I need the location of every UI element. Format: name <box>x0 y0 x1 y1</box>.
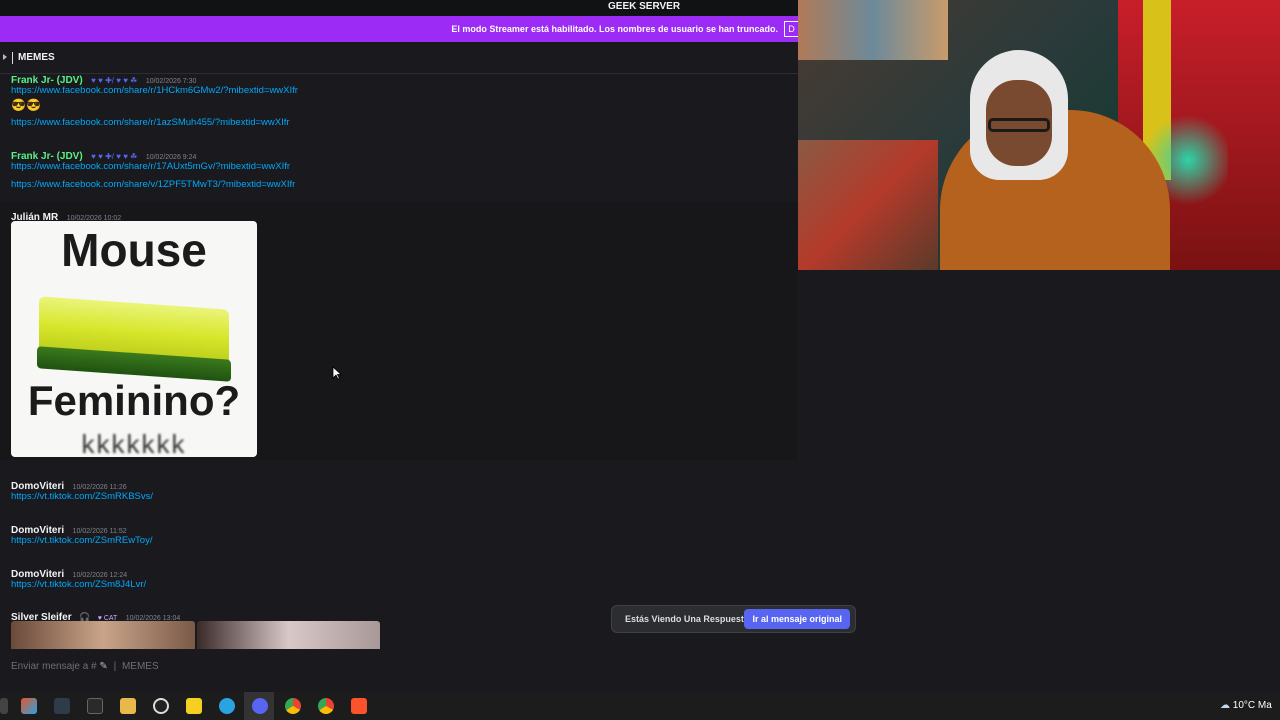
sunglasses-emoji: 😎😎 <box>11 98 41 112</box>
poster-wall <box>798 0 948 60</box>
weather-temp: 10°C <box>1232 700 1256 711</box>
reply-toast: Estás Viendo Una Respuesta. Ir al mensaj… <box>611 605 856 633</box>
role-badges-icon: ♥ ♥ ✚/ ♥ ♥ ☘ <box>91 152 138 161</box>
start-icon[interactable] <box>0 698 8 714</box>
chrome-icon[interactable] <box>318 698 334 714</box>
channel-header: MEMES <box>0 42 798 74</box>
role-badges-icon: ♥ ♥ ✚/ ♥ ♥ ☘ <box>91 76 138 85</box>
message-link[interactable]: https://www.facebook.com/share/r/17AUxt5… <box>11 161 290 172</box>
streamer-mode-text: El modo Streamer está habilitado. Los no… <box>451 24 778 34</box>
message-timestamp: 10/02/2026 11:26 <box>72 484 127 491</box>
streamer-banner-button[interactable]: D <box>784 21 798 37</box>
channel-divider <box>12 52 13 64</box>
message-link[interactable]: https://www.facebook.com/share/r/1azSMuh… <box>11 117 290 128</box>
weather-widget[interactable]: ☁ 10°C Ma <box>1220 700 1272 711</box>
reply-toast-text: Estás Viendo Una Respuesta. <box>625 614 752 624</box>
message-link[interactable]: https://vt.tiktok.com/ZSm8J4Lvr/ <box>11 579 146 590</box>
message-link[interactable]: https://www.facebook.com/share/r/1HCkm6G… <box>11 85 298 96</box>
notes-icon[interactable] <box>186 698 202 714</box>
meme-caption-top: Mouse <box>61 224 207 276</box>
jump-to-original-button[interactable]: Ir al mensaje original <box>744 609 850 629</box>
streamer-mode-banner: El modo Streamer está habilitado. Los no… <box>0 16 798 42</box>
taskbar: ☁ 10°C Ma <box>0 692 1280 720</box>
channel-name: MEMES <box>18 52 55 63</box>
chrome-icon[interactable] <box>285 698 301 714</box>
meme-caption-bottom: Feminino? <box>27 377 241 424</box>
message-list[interactable]: Frank Jr- (JDV) ♥ ♥ ✚/ ♥ ♥ ☘ 10/02/2026 … <box>0 74 798 649</box>
folder-icon[interactable] <box>120 698 136 714</box>
message-timestamp: 10/02/2026 9:24 <box>145 154 197 161</box>
message-timestamp: 10/02/2026 12:24 <box>72 572 128 579</box>
copilot-icon[interactable] <box>21 698 37 714</box>
channel-icon: ✎ <box>99 661 108 672</box>
attachment-strip[interactable] <box>11 621 380 649</box>
brave-icon[interactable] <box>351 698 367 714</box>
video-thumbnail[interactable] <box>11 621 195 649</box>
composer-divider: | <box>113 661 117 672</box>
mouse-cursor-icon <box>332 366 342 380</box>
meme-image[interactable]: Mouse Feminino? kkkkkkk <box>11 221 257 457</box>
terminal-icon[interactable] <box>54 698 70 714</box>
message-link[interactable]: https://vt.tiktok.com/ZSmRKBSvs/ <box>11 491 153 502</box>
message-composer[interactable]: Enviar mensaje a # ✎ | MEMES <box>0 649 798 686</box>
webcam-overlay <box>798 0 1280 270</box>
video-thumbnail[interactable] <box>197 621 380 649</box>
settings-icon[interactable] <box>87 698 103 714</box>
composer-input[interactable]: Enviar mensaje a # ✎ | MEMES <box>11 661 159 672</box>
collapse-caret-icon[interactable] <box>3 54 7 60</box>
discord-icon[interactable] <box>252 698 268 714</box>
composer-placeholder: Enviar mensaje a # <box>11 661 97 672</box>
message-timestamp: 10/02/2026 11:52 <box>72 528 127 535</box>
composer-channel: MEMES <box>121 661 159 672</box>
bed-area <box>798 140 938 270</box>
telegram-icon[interactable] <box>219 698 235 714</box>
message-link[interactable]: https://vt.tiktok.com/ZSmREwToy/ <box>11 535 152 546</box>
weather-suffix: Ma <box>1257 700 1272 711</box>
glasses-icon <box>988 118 1050 132</box>
obs-icon[interactable] <box>153 698 169 714</box>
message-timestamp: 10/02/2026 7:30 <box>145 78 197 85</box>
message-link[interactable]: https://www.facebook.com/share/v/1ZPF5TM… <box>11 179 295 190</box>
meme-caption-tail: kkkkkkk <box>81 429 187 457</box>
weather-cloud-icon: ☁ <box>1220 700 1230 711</box>
server-name: GEEK SERVER <box>608 1 681 12</box>
